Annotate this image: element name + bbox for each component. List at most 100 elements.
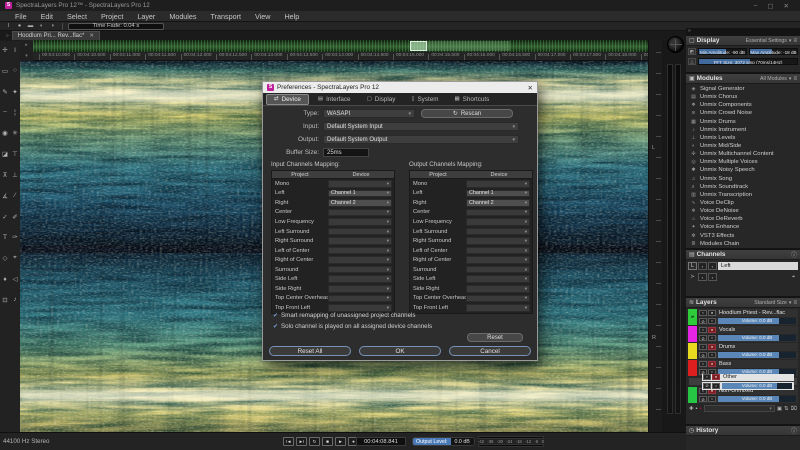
frequency-scale[interactable]: L R	[648, 40, 662, 432]
layer-mute-button[interactable]: ▪	[699, 310, 707, 316]
output-device-select-left[interactable]: Channel 1▾	[466, 190, 530, 198]
layer-volume-slider[interactable]: Volume: 0.0 dB	[718, 335, 796, 341]
layer-mute-button[interactable]: ▪	[699, 344, 707, 350]
input-device-select-left[interactable]: Channel 1▾	[328, 190, 392, 198]
tab-close-icon[interactable]: ✕	[89, 33, 94, 39]
input-device-select-right-surround[interactable]: ▾	[328, 237, 392, 245]
tool-button-0[interactable]: ✛	[0, 41, 10, 59]
layer-solo-icon[interactable]: ▪	[700, 406, 702, 412]
layer-bypass-button[interactable]: ⊘	[703, 383, 711, 389]
tool-button-19[interactable]: ✑	[10, 228, 20, 246]
menu-item-project[interactable]: Project	[94, 12, 130, 21]
module-item-unmix-instrument[interactable]: ♪Unmix Instrument	[686, 126, 800, 134]
tool-button-1[interactable]: Ι	[10, 41, 20, 59]
layer-solo-button[interactable]: ●	[708, 361, 716, 367]
layer-fade-button[interactable]: ∩	[708, 335, 716, 341]
module-item-unmix-multichannel-content[interactable]: ✣Unmix Multichannel Content	[686, 150, 800, 158]
output-device-select-center[interactable]: ▾	[466, 209, 530, 217]
bus-button-2[interactable]: ▪	[708, 273, 717, 281]
add-layer-icon[interactable]: ✚	[689, 406, 694, 412]
info-icon[interactable]: ⓘ	[791, 426, 797, 435]
layer-color-swatch[interactable]	[688, 343, 697, 359]
navigation-ball[interactable]	[667, 36, 684, 53]
tool-button-25[interactable]: ♪	[10, 291, 20, 309]
layer-bypass-button[interactable]: ⊘	[699, 335, 707, 341]
menu-item-transport[interactable]: Transport	[204, 12, 249, 21]
output-device-select-right-surround[interactable]: ▾	[466, 237, 530, 245]
layer-color-swatch[interactable]	[688, 360, 697, 376]
dialog-title-bar[interactable]: S Preferences - SpectraLayers Pro 12 ✕	[263, 82, 537, 93]
max-amplitude-slider[interactable]: Max Amplitude: -18 dB	[749, 48, 798, 55]
output-device-select-right[interactable]: Channel 2▾	[466, 199, 530, 207]
dialog-tab-interface[interactable]: ▤Interface	[311, 95, 358, 104]
layer-row-other[interactable]: ▪●Other⊘∩Volume: 0.0 dB	[688, 377, 798, 386]
rescan-button[interactable]: ↻Rescan	[421, 109, 513, 118]
menu-item-help[interactable]: Help	[277, 12, 306, 21]
layer-fade-button[interactable]: ∩	[708, 352, 716, 358]
play-button[interactable]: ►	[335, 437, 346, 446]
layer-volume-slider[interactable]: Volume: 0.0 dB	[718, 352, 796, 358]
module-item-unmix-song[interactable]: ♫Unmix Song	[686, 175, 800, 183]
tool-option-icon-2[interactable]: ▬	[26, 23, 35, 29]
display-preset-select[interactable]: Essential Settings	[746, 38, 787, 44]
layers-size-select[interactable]: Standard Size	[754, 300, 787, 306]
time-fade-field[interactable]: Time Fade: 0.04 s	[68, 23, 164, 30]
menu-item-select[interactable]: Select	[60, 12, 94, 21]
tool-button-10[interactable]: ◪	[0, 145, 10, 163]
tool-button-20[interactable]: ◇	[0, 249, 10, 267]
module-item-voice-dereverb[interactable]: ♨Voice DeReverb	[686, 215, 800, 223]
tool-option-icon-0[interactable]: Ι	[4, 23, 13, 29]
input-device-select-right[interactable]: Channel 2▾	[328, 199, 392, 207]
layer-mute-button[interactable]: ▪	[703, 374, 711, 380]
input-device-select-left-surround[interactable]: ▾	[328, 228, 392, 236]
layer-solo-button[interactable]: ●	[708, 310, 716, 316]
module-item-unmix-chorus[interactable]: ▤Unmix Chorus	[686, 93, 800, 101]
dialog-tab-device[interactable]: ⇄Device	[266, 94, 309, 105]
input-device-select-center[interactable]: ▾	[328, 209, 392, 217]
layer-volume-slider[interactable]: Volume: 0.0 dB	[718, 318, 796, 324]
layer-volume-slider[interactable]: Volume: 0.0 dB	[722, 383, 792, 389]
tool-button-24[interactable]: ⊡	[0, 291, 10, 309]
tool-button-14[interactable]: ∡	[0, 187, 10, 205]
tool-button-17[interactable]: ✐	[10, 208, 20, 226]
tool-button-11[interactable]: ⊤	[10, 145, 20, 163]
minimap-drag-box[interactable]	[410, 41, 427, 51]
tool-button-5[interactable]: ✦	[10, 83, 20, 101]
menu-item-modules[interactable]: Modules	[162, 12, 203, 21]
layer-color-swatch[interactable]	[688, 326, 697, 342]
input-device-select-low-frequency[interactable]: ▾	[328, 218, 392, 226]
dialog-close-icon[interactable]: ✕	[528, 84, 533, 92]
output-device-select-mono[interactable]: ▾	[466, 180, 530, 188]
tool-button-23[interactable]: ◁	[10, 270, 20, 288]
layer-volume-slider[interactable]: Volume: 0.0 dB	[718, 396, 796, 402]
stop-button[interactable]: ■	[322, 437, 333, 446]
overview-minimap[interactable]	[33, 40, 648, 52]
layer-fade-button[interactable]: ∩	[712, 383, 720, 389]
channel-letter-button[interactable]: L	[688, 262, 697, 270]
output-device-select-surround[interactable]: ▾	[466, 266, 530, 274]
output-level-control[interactable]: Output Level: 0.0 dB	[412, 437, 475, 446]
tool-button-18[interactable]: Τ	[0, 228, 10, 246]
tool-button-6[interactable]: ╌	[0, 103, 10, 121]
panel-menu-icon[interactable]: ≡	[793, 300, 797, 306]
output-device-select-top-center-overhead[interactable]: ▾	[466, 295, 530, 303]
playhead-time[interactable]: 00:04:08.841	[356, 437, 406, 446]
module-item-unmix-noisy-speech[interactable]: ✱Unmix Noisy Speech	[686, 166, 800, 174]
tool-option-icon-1[interactable]: ●	[15, 23, 24, 29]
info-icon[interactable]: ⓘ	[791, 250, 797, 259]
module-item-unmix-levels[interactable]: ⊥Unmix Levels	[686, 134, 800, 142]
history-panel-header[interactable]: ◷ History ⓘ	[686, 426, 800, 436]
layer-row-vocals[interactable]: ▪●Vocals⊘∩Volume: 0.0 dB	[688, 326, 798, 342]
time-ruler[interactable]: 00:04:10.00000:04:10.50000:04:11.00000:0…	[33, 52, 648, 61]
panel-collapse-icon[interactable]: »	[688, 28, 691, 34]
layer-row-drums[interactable]: ▪●Drums⊘∩Volume: 0.0 dB	[688, 343, 798, 359]
channel-name-field[interactable]: Left	[718, 262, 798, 270]
layer-fade-button[interactable]: ∩	[708, 396, 716, 402]
tool-button-9[interactable]: ✳	[10, 124, 20, 142]
tool-button-16[interactable]: ✓	[0, 208, 10, 226]
input-device-select-mono[interactable]: ▾	[328, 180, 392, 188]
input-device-select-top-center-overhead[interactable]: ▾	[328, 295, 392, 303]
input-device-select-side-left[interactable]: ▾	[328, 275, 392, 283]
channel-solo-button[interactable]: ▪	[708, 262, 717, 270]
new-group-icon[interactable]: ▣	[777, 406, 782, 412]
